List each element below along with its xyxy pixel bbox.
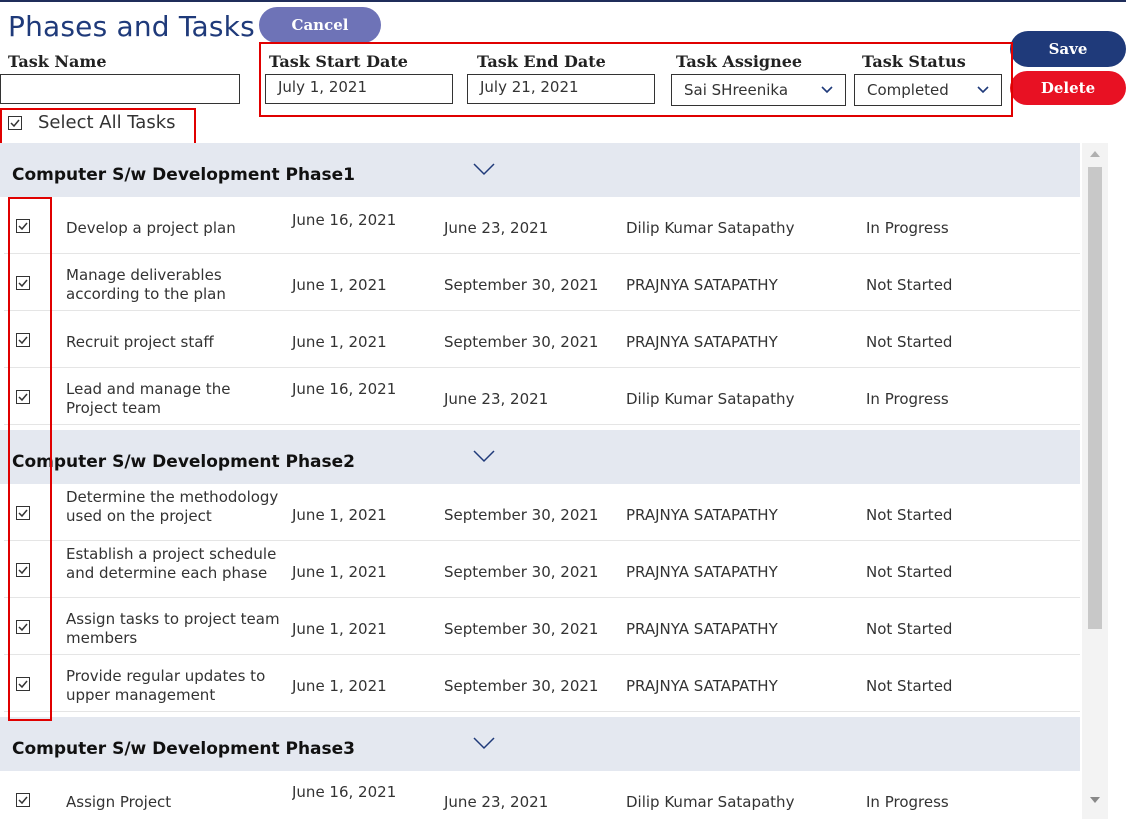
end-date-input[interactable]: July 21, 2021	[467, 74, 655, 104]
assignee-label: Task Assignee	[676, 52, 803, 71]
task-name-label: Task Name	[8, 52, 107, 71]
task-assignee: Dilip Kumar Satapathy	[626, 219, 795, 237]
task-start: June 16, 2021	[292, 211, 397, 229]
task-name: Lead and manage the Project team	[66, 380, 231, 417]
task-name: Manage deliverables according to the pla…	[66, 266, 226, 303]
task-list: Computer S/w Development Phase1 Develop …	[0, 143, 1110, 821]
task-end: June 23, 2021	[444, 793, 549, 811]
task-name: Determine the methodology used on the pr…	[66, 488, 279, 525]
task-end: June 23, 2021	[444, 390, 549, 408]
task-start: June 1, 2021	[292, 506, 387, 524]
phase-title: Computer S/w Development Phase1	[12, 165, 356, 185]
status-select[interactable]: Completed	[854, 74, 1002, 106]
task-start: June 1, 2021	[292, 333, 387, 351]
phase-header: Computer S/w Development Phase2	[0, 430, 1080, 484]
task-name: Assign Project	[66, 793, 172, 811]
task-status: Not Started	[866, 333, 953, 351]
task-end: September 30, 2021	[444, 620, 599, 638]
task-end: September 30, 2021	[444, 276, 599, 294]
task-assignee: Dilip Kumar Satapathy	[626, 390, 795, 408]
task-end: September 30, 2021	[444, 333, 599, 351]
task-start: June 16, 2021	[292, 783, 397, 801]
chevron-down-icon[interactable]	[472, 735, 496, 751]
task-status: Not Started	[866, 506, 953, 524]
task-assignee: PRAJNYA SATAPATHY	[626, 333, 778, 351]
task-status: Not Started	[866, 677, 953, 695]
task-start: June 1, 2021	[292, 563, 387, 581]
task-status: In Progress	[866, 219, 949, 237]
highlight-checkbox-column	[8, 197, 52, 721]
top-border	[0, 0, 1126, 2]
start-date-input[interactable]: July 1, 2021	[265, 74, 453, 104]
chevron-down-icon	[977, 86, 989, 94]
phase-header: Computer S/w Development Phase3	[0, 717, 1080, 771]
task-name: Develop a project plan	[66, 219, 236, 237]
select-all-checkbox[interactable]	[8, 115, 22, 130]
table-row[interactable]: Assign Project June 16, 2021 June 23, 20…	[4, 771, 1080, 821]
task-name: Provide regular updates to upper managem…	[66, 667, 266, 704]
delete-button[interactable]: Delete	[1010, 71, 1126, 105]
table-row[interactable]: Assign tasks to project team members Jun…	[4, 598, 1080, 655]
task-status: Not Started	[866, 620, 953, 638]
scroll-down-arrow-icon[interactable]	[1090, 797, 1100, 803]
task-status: Not Started	[866, 276, 953, 294]
task-name: Establish a project schedule and determi…	[66, 545, 277, 582]
phase-title: Computer S/w Development Phase3	[12, 739, 356, 759]
phase-header: Computer S/w Development Phase1	[0, 143, 1080, 197]
table-row[interactable]: Determine the methodology used on the pr…	[4, 484, 1080, 541]
chevron-down-icon	[821, 86, 833, 94]
scroll-thumb[interactable]	[1088, 167, 1102, 629]
page-title: Phases and Tasks	[8, 10, 255, 43]
task-assignee: PRAJNYA SATAPATHY	[626, 620, 778, 638]
task-start: June 1, 2021	[292, 276, 387, 294]
task-name: Recruit project staff	[66, 333, 214, 351]
status-value: Completed	[867, 81, 949, 99]
select-all-label: Select All Tasks	[38, 112, 176, 133]
task-start: June 1, 2021	[292, 620, 387, 638]
task-assignee: PRAJNYA SATAPATHY	[626, 563, 778, 581]
task-status: Not Started	[866, 563, 953, 581]
cancel-button[interactable]: Cancel	[259, 7, 381, 43]
task-status: In Progress	[866, 390, 949, 408]
task-status: In Progress	[866, 793, 949, 811]
select-all-row[interactable]: Select All Tasks	[8, 112, 176, 133]
start-date-label: Task Start Date	[269, 52, 408, 71]
chevron-down-icon[interactable]	[472, 161, 496, 177]
task-end: September 30, 2021	[444, 677, 599, 695]
task-assignee: Dilip Kumar Satapathy	[626, 793, 795, 811]
table-row[interactable]: Manage deliverables according to the pla…	[4, 254, 1080, 311]
task-end: September 30, 2021	[444, 506, 599, 524]
task-checkbox[interactable]	[16, 793, 30, 807]
check-icon	[10, 119, 20, 127]
task-assignee: PRAJNYA SATAPATHY	[626, 276, 778, 294]
end-date-label: Task End Date	[477, 52, 606, 71]
task-assignee: PRAJNYA SATAPATHY	[626, 677, 778, 695]
task-end: June 23, 2021	[444, 219, 549, 237]
chevron-down-icon[interactable]	[472, 448, 496, 464]
phase-title: Computer S/w Development Phase2	[12, 452, 356, 472]
status-label: Task Status	[862, 52, 966, 71]
task-name-input[interactable]	[0, 74, 240, 104]
task-start: June 1, 2021	[292, 677, 387, 695]
save-button[interactable]: Save	[1010, 31, 1126, 67]
table-row[interactable]: Lead and manage the Project team June 16…	[4, 368, 1080, 425]
task-end: September 30, 2021	[444, 563, 599, 581]
scroll-up-arrow-icon[interactable]	[1090, 151, 1100, 157]
task-name: Assign tasks to project team members	[66, 610, 280, 647]
assignee-value: Sai SHreenika	[684, 81, 789, 99]
task-start: June 16, 2021	[292, 380, 397, 398]
table-row[interactable]: Provide regular updates to upper managem…	[4, 655, 1080, 712]
table-row[interactable]: Recruit project staff June 1, 2021 Septe…	[4, 311, 1080, 368]
vertical-scrollbar[interactable]	[1082, 143, 1108, 819]
table-row[interactable]: Develop a project plan June 16, 2021 Jun…	[4, 197, 1080, 254]
assignee-select[interactable]: Sai SHreenika	[671, 74, 846, 106]
task-assignee: PRAJNYA SATAPATHY	[626, 506, 778, 524]
table-row[interactable]: Establish a project schedule and determi…	[4, 541, 1080, 598]
check-icon	[18, 796, 28, 805]
